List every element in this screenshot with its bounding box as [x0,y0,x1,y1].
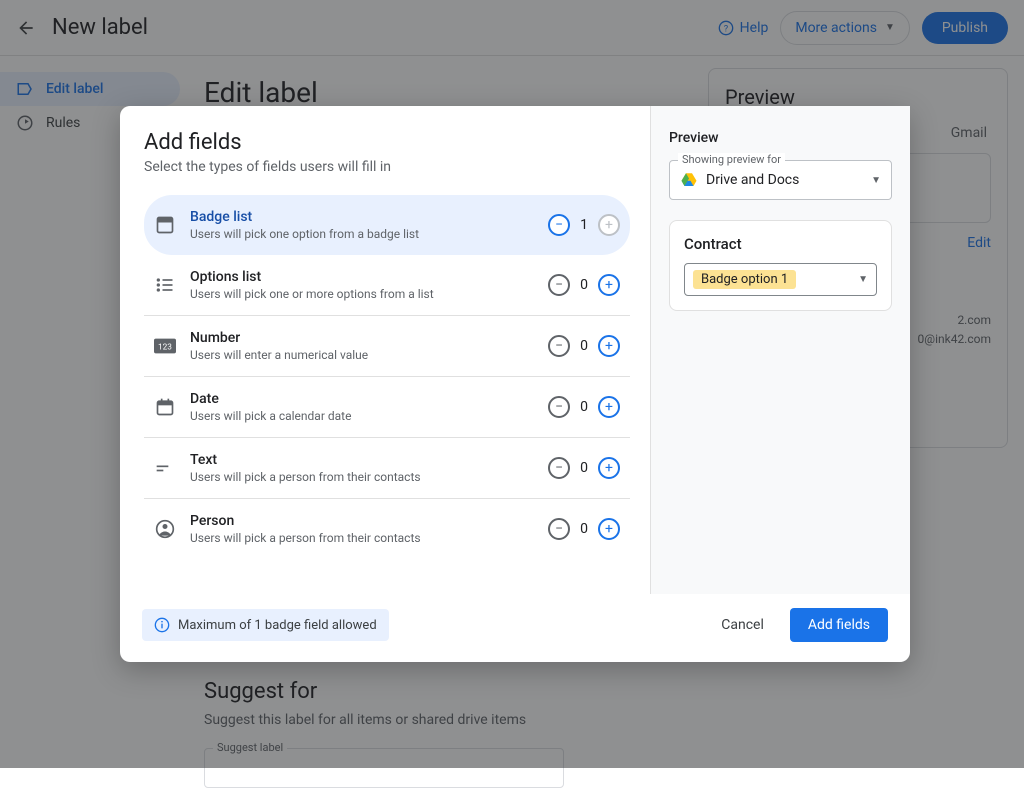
date-icon [154,396,176,418]
count-value: 0 [580,277,588,293]
add-fields-dialog: Add fields Select the types of fields us… [120,106,910,662]
field-row-number[interactable]: 123 Number Users will enter a numerical … [144,316,630,377]
field-text: Date Users will pick a calendar date [190,391,534,423]
field-name: Date [190,391,534,407]
dialog-preview-panel: Preview Showing preview for Drive and Do… [650,106,910,594]
field-text: Number Users will enter a numerical valu… [190,330,534,362]
preview-context-select[interactable]: Showing preview for Drive and Docs ▼ [669,160,892,200]
person-icon [154,518,176,540]
badge-list-icon [154,214,176,236]
counter: − 0 + [548,274,620,296]
dialog-title: Add fields [144,130,630,155]
field-name: Badge list [190,209,534,225]
count-value: 0 [580,338,588,354]
field-text: Person Users will pick a person from the… [190,513,534,545]
decrement-button[interactable]: − [548,274,570,296]
info-icon [154,617,170,633]
field-desc: Users will pick a person from their cont… [190,470,534,484]
field-row-text[interactable]: Text Users will pick a person from their… [144,438,630,499]
add-fields-button[interactable]: Add fields [790,608,888,642]
field-desc: Users will pick a calendar date [190,409,534,423]
field-name: Person [190,513,534,529]
increment-button[interactable]: + [598,396,620,418]
counter: − 0 + [548,335,620,357]
info-banner: Maximum of 1 badge field allowed [142,609,389,641]
counter: − 0 + [548,396,620,418]
svg-text:123: 123 [158,343,172,353]
field-text: Options list Users will pick one or more… [190,269,534,301]
field-list: Badge list Users will pick one option fr… [144,195,630,559]
dialog-subtitle: Select the types of fields users will fi… [144,159,630,175]
count-value: 0 [580,399,588,415]
increment-button[interactable]: + [598,518,620,540]
field-row-person[interactable]: Person Users will pick a person from the… [144,499,630,559]
field-desc: Users will pick one option from a badge … [190,227,534,241]
field-text: Text Users will pick a person from their… [190,452,534,484]
field-name: Text [190,452,534,468]
field-row-date[interactable]: Date Users will pick a calendar date − 0… [144,377,630,438]
decrement-button[interactable]: − [548,335,570,357]
increment-button[interactable]: + [598,457,620,479]
counter: − 0 + [548,457,620,479]
dialog-left: Add fields Select the types of fields us… [120,106,650,594]
field-name: Options list [190,269,534,285]
increment-button[interactable]: + [598,274,620,296]
badge-chip: Badge option 1 [693,270,796,289]
field-row-options-list[interactable]: Options list Users will pick one or more… [144,255,630,316]
chevron-down-icon: ▼ [871,175,881,186]
count-value: 0 [580,521,588,537]
decrement-button[interactable]: − [548,214,570,236]
count-value: 0 [580,460,588,476]
dialog-footer: Maximum of 1 badge field allowed Cancel … [120,594,910,662]
decrement-button[interactable]: − [548,457,570,479]
chevron-down-icon: ▼ [858,274,868,285]
badge-option-select[interactable]: Badge option 1 ▼ [684,263,877,296]
counter: − 0 + [548,518,620,540]
field-text: Badge list Users will pick one option fr… [190,209,534,241]
drive-icon [680,171,698,189]
field-desc: Users will pick a person from their cont… [190,531,534,545]
field-desc: Users will pick one or more options from… [190,287,534,301]
decrement-button[interactable]: − [548,518,570,540]
dialog-body: Add fields Select the types of fields us… [120,106,910,594]
field-desc: Users will enter a numerical value [190,348,534,362]
field-name: Number [190,330,534,346]
increment-button: + [598,214,620,236]
number-icon: 123 [154,335,176,357]
cancel-button[interactable]: Cancel [707,609,778,641]
info-text: Maximum of 1 badge field allowed [178,618,377,633]
counter: − 1 + [548,214,620,236]
preview-select-value: Drive and Docs [706,172,863,188]
preview-heading: Preview [669,130,892,146]
field-row-badge-list[interactable]: Badge list Users will pick one option fr… [144,195,630,255]
options-list-icon [154,274,176,296]
count-value: 1 [580,217,588,233]
preview-card: Contract Badge option 1 ▼ [669,220,892,311]
preview-card-title: Contract [684,235,877,253]
preview-legend: Showing preview for [678,153,785,166]
text-icon [154,457,176,479]
increment-button[interactable]: + [598,335,620,357]
decrement-button[interactable]: − [548,396,570,418]
